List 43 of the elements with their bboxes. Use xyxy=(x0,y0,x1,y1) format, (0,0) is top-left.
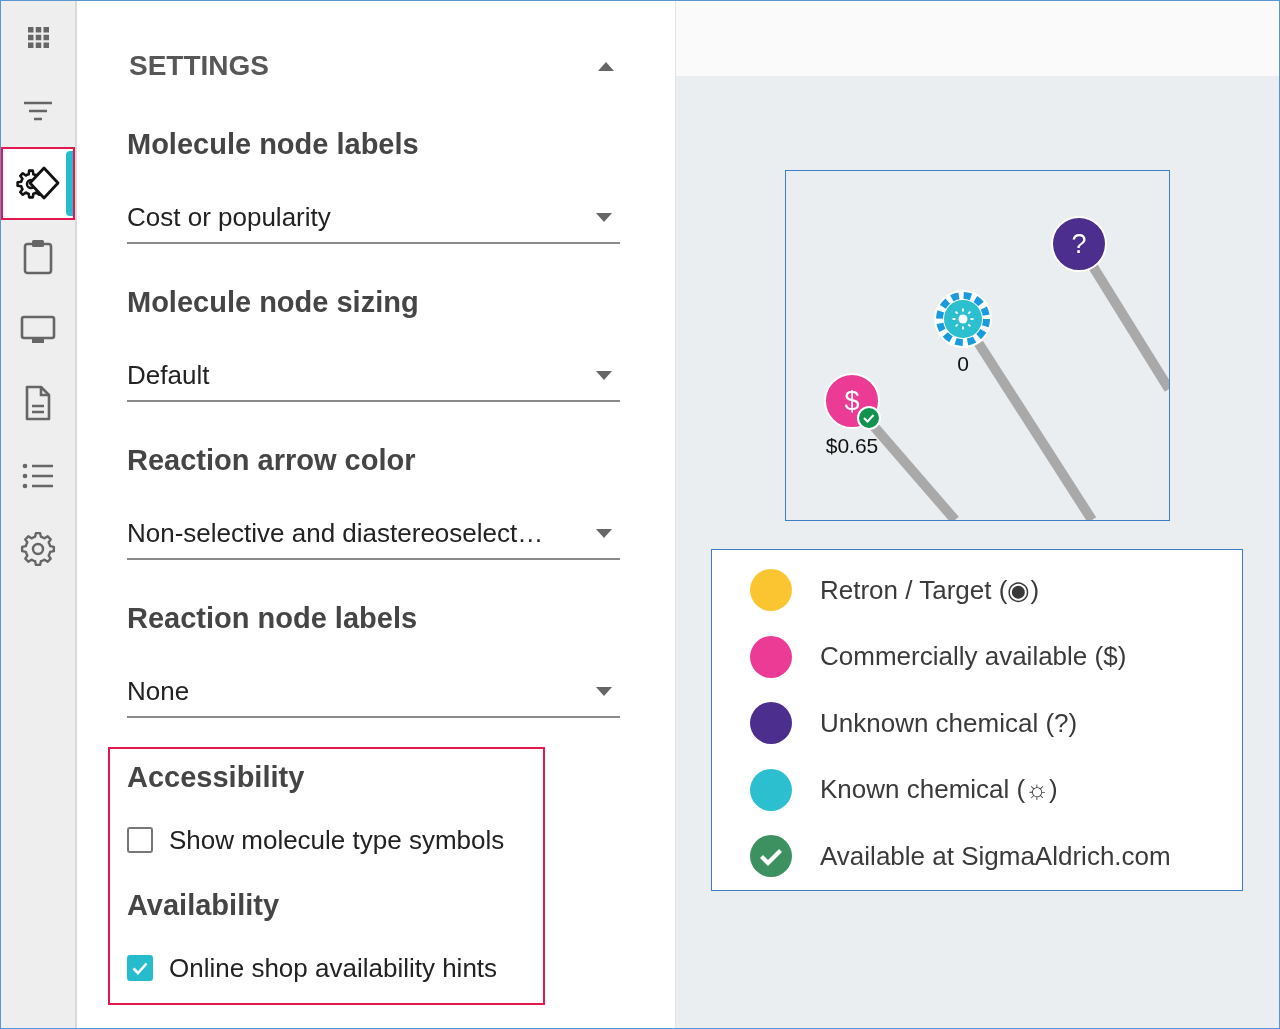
molecule-node[interactable] xyxy=(1051,216,1107,272)
section-heading: Reaction node labels xyxy=(127,601,419,636)
monitor-icon xyxy=(20,314,56,345)
dropdown[interactable]: None xyxy=(127,673,620,718)
legend-label: Commercially available ($) xyxy=(820,640,1127,674)
caret-icon xyxy=(596,212,612,222)
filter-icon xyxy=(23,100,53,121)
panel-title: SETTINGS xyxy=(129,49,269,83)
section-heading: Reaction arrow color xyxy=(127,443,417,478)
collapse-button[interactable] xyxy=(598,61,614,71)
checkbox-label: Online shop availability hints xyxy=(169,952,498,985)
checkbox-label: Show molecule type symbols xyxy=(169,824,505,857)
caret-icon xyxy=(596,528,612,538)
molecule-node[interactable] xyxy=(944,300,982,338)
settings-icon xyxy=(20,530,56,567)
node-symbol: $ xyxy=(844,386,860,416)
check-icon xyxy=(132,961,148,975)
section-heading: Accessibility xyxy=(127,760,306,795)
section-heading: Molecule node labels xyxy=(127,127,420,162)
dropdown[interactable]: Cost or popularity xyxy=(127,199,620,244)
list-icon xyxy=(22,462,54,489)
section-heading: Molecule node sizing xyxy=(127,285,420,320)
legend-label: Available at SigmaAldrich.com xyxy=(820,839,1171,873)
node-label: $0.65 xyxy=(825,434,879,457)
checkbox[interactable] xyxy=(127,827,153,853)
legend-label: Unknown chemical (?) xyxy=(820,706,1078,740)
section-heading: Availability xyxy=(127,888,281,923)
active-indicator xyxy=(66,151,73,216)
sidebar-button[interactable] xyxy=(1,147,75,220)
node-symbol: ? xyxy=(1071,229,1087,259)
checkbox[interactable] xyxy=(127,955,153,981)
grid-icon xyxy=(27,27,49,48)
caret-icon xyxy=(596,686,612,696)
dropdown[interactable]: Default xyxy=(127,357,620,402)
sun-icon xyxy=(951,307,975,331)
legend-label: Known chemical (☼) xyxy=(820,773,1058,807)
node-label: 0 xyxy=(957,352,969,375)
caret-icon xyxy=(596,370,612,380)
document-icon xyxy=(24,384,52,421)
legend-label: Retron / Target (◉) xyxy=(820,573,1040,607)
clipboard-icon xyxy=(23,238,53,275)
caret-up-icon xyxy=(598,61,614,71)
dropdown[interactable]: Non-selective and diastereoselect… xyxy=(127,515,620,560)
